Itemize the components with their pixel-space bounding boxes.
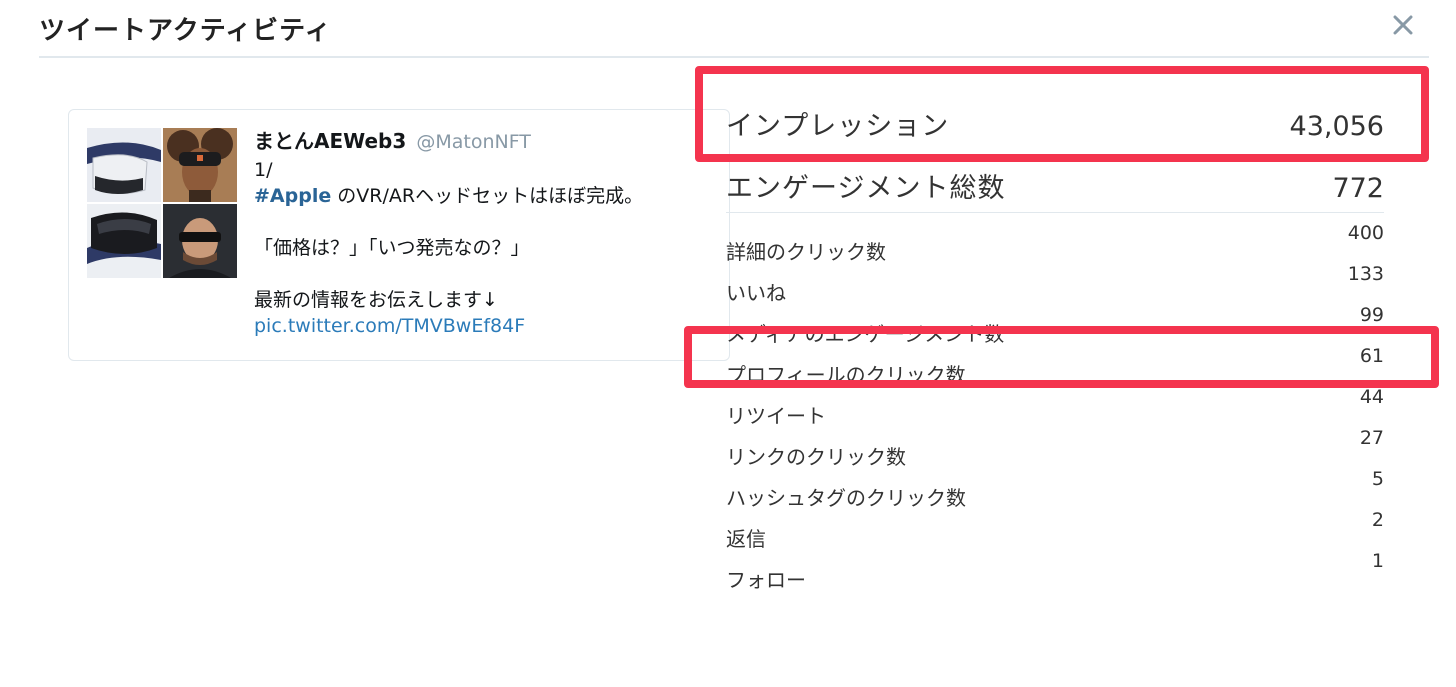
impressions-value: 43,056: [1289, 111, 1384, 142]
tweet-author[interactable]: まとんAEWeb3 @MatonNFT: [254, 128, 714, 155]
metric-label: いいね: [726, 281, 786, 305]
author-name[interactable]: まとんAEWeb3: [254, 129, 406, 153]
metric-row-hashtag-clicks: ハッシュタグのクリック数 5: [726, 468, 1384, 510]
header-divider: [39, 56, 1429, 58]
metric-row-follows: フォロー 1: [726, 550, 1384, 592]
metric-row-link-clicks: リンクのクリック数 27: [726, 427, 1384, 469]
media-thumbnail[interactable]: [87, 204, 161, 278]
tweet-line: 最新の情報をお伝えします↓: [254, 289, 498, 311]
media-thumbnail[interactable]: [163, 204, 237, 278]
metric-value: 61: [1359, 345, 1384, 367]
tweet-line-text: のVR/ARヘッドセットはほぼ完成。: [331, 185, 644, 207]
tweet-text: まとんAEWeb3 @MatonNFT 1/ #Apple のVR/ARヘッドセ…: [254, 128, 714, 339]
metric-label: プロフィールのクリック数: [726, 363, 966, 387]
tweet-line: 1/: [254, 159, 273, 181]
engagements-value: 772: [1332, 173, 1384, 204]
metric-value: 5: [1371, 468, 1384, 490]
close-button[interactable]: [1386, 8, 1420, 42]
metric-label: ハッシュタグのクリック数: [726, 486, 966, 510]
media-link[interactable]: pic.twitter.com/TMVBwEf84F: [254, 315, 525, 337]
metric-label: メディアのエンゲージメント数: [726, 322, 1005, 346]
media-thumbnail[interactable]: [87, 128, 161, 202]
tweet-media-grid[interactable]: [87, 128, 237, 278]
metric-label: リツイート: [726, 404, 826, 428]
metric-value: 400: [1347, 222, 1384, 244]
metric-row-replies: 返信 2: [726, 509, 1384, 551]
tweet-line: 「価格は？」「いつ発売なの？」: [254, 237, 530, 259]
metric-row-likes: いいね 133: [726, 263, 1384, 305]
media-thumbnail[interactable]: [163, 128, 237, 202]
tweet-line: #Apple のVR/ARヘッドセットはほぼ完成。: [254, 183, 714, 209]
metric-row-detail-clicks: 詳細のクリック数 400: [726, 222, 1384, 264]
hashtag-link[interactable]: #Apple: [254, 185, 331, 207]
impressions-metric: インプレッション 43,056: [726, 104, 1384, 143]
metric-value: 1: [1371, 550, 1384, 572]
author-handle[interactable]: @MatonNFT: [416, 131, 531, 153]
metrics-divider: [726, 212, 1384, 213]
close-icon: [1393, 15, 1413, 35]
metric-label: 返信: [726, 527, 766, 551]
metric-label: フォロー: [726, 568, 806, 592]
tweet-card: まとんAEWeb3 @MatonNFT 1/ #Apple のVR/ARヘッドセ…: [68, 109, 730, 361]
impressions-label: インプレッション: [726, 111, 950, 142]
metric-row-profile-clicks: プロフィールのクリック数 61: [726, 345, 1384, 387]
engagements-label: エンゲージメント総数: [726, 173, 1006, 204]
metric-value: 44: [1359, 386, 1384, 408]
metric-row-retweets: リツイート 44: [726, 386, 1384, 428]
modal-title: ツイートアクティビティ: [39, 16, 332, 46]
metric-value: 27: [1359, 427, 1384, 449]
metric-label: 詳細のクリック数: [726, 240, 886, 264]
engagements-metric: エンゲージメント総数 772: [726, 166, 1384, 205]
metric-value: 133: [1347, 263, 1384, 285]
metric-value: 99: [1359, 304, 1384, 326]
metric-row-media-engagements: メディアのエンゲージメント数 99: [726, 304, 1384, 346]
metric-label: リンクのクリック数: [726, 445, 906, 469]
metric-value: 2: [1371, 509, 1384, 531]
